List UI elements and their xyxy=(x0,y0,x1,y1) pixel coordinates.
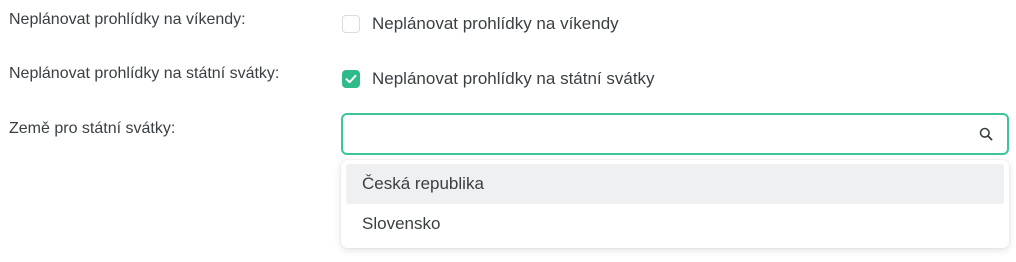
holidays-checkbox[interactable] xyxy=(342,70,360,88)
search-icon xyxy=(979,127,993,141)
country-select[interactable] xyxy=(341,113,1009,155)
holidays-row-label: Neplánovat prohlídky na státní svátky: xyxy=(9,65,280,82)
country-search-input[interactable] xyxy=(351,121,975,149)
country-option-sk[interactable]: Slovensko xyxy=(346,204,1004,244)
holidays-checkbox-label[interactable]: Neplánovat prohlídky na státní svátky xyxy=(372,69,655,89)
country-row-label: Země pro státní svátky: xyxy=(9,120,176,137)
check-icon xyxy=(345,74,357,84)
weekends-checkbox[interactable] xyxy=(342,15,360,33)
holiday-settings-form: Neplánovat prohlídky na víkendy: Nepláno… xyxy=(0,0,1016,262)
weekends-row-label: Neplánovat prohlídky na víkendy: xyxy=(9,11,246,28)
weekends-checkbox-control[interactable]: Neplánovat prohlídky na víkendy xyxy=(342,14,619,34)
country-option-cz[interactable]: Česká republika xyxy=(346,164,1004,204)
holidays-checkbox-control[interactable]: Neplánovat prohlídky na státní svátky xyxy=(342,69,655,89)
weekends-checkbox-label[interactable]: Neplánovat prohlídky na víkendy xyxy=(372,14,619,34)
country-options-list: Česká republika Slovensko xyxy=(341,160,1009,248)
